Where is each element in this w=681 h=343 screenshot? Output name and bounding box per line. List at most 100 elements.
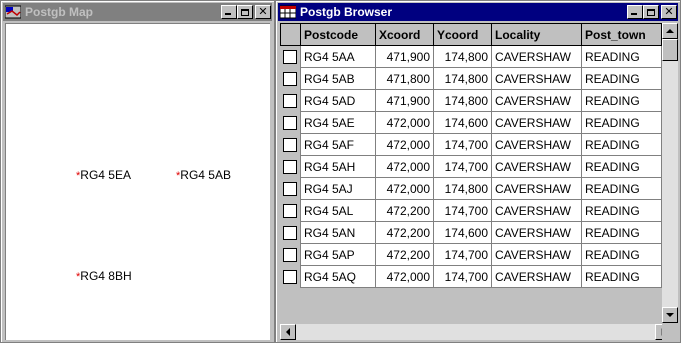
cell-locality[interactable]: CAVERSHAW	[491, 45, 582, 68]
cell-postcode[interactable]: RG4 5AQ	[300, 265, 376, 288]
cell-postcode[interactable]: RG4 5AP	[300, 243, 376, 266]
cell-xcoord[interactable]: 471,900	[375, 89, 434, 112]
cell-postcode[interactable]: RG4 5AB	[300, 67, 376, 90]
cell-ycoord[interactable]: 174,700	[433, 155, 492, 178]
cell-postcode[interactable]: RG4 5AE	[300, 111, 376, 134]
map-canvas[interactable]: *RG4 5EA *RG4 5AB *RG4 8BH	[5, 23, 270, 340]
table-row[interactable]: RG4 5AQ 472,000 174,700 CAVERSHAW READING	[280, 265, 662, 288]
map-close-button[interactable]: ✕	[255, 5, 271, 19]
cell-xcoord[interactable]: 471,900	[375, 45, 434, 68]
column-header-xcoord[interactable]: Xcoord	[375, 23, 434, 46]
row-select-checkbox[interactable]	[283, 115, 298, 130]
table-row[interactable]: RG4 5AN 472,200 174,600 CAVERSHAW READING	[280, 221, 662, 244]
table-row[interactable]: RG4 5AB 471,800 174,800 CAVERSHAW READING	[280, 67, 662, 90]
table-row[interactable]: RG4 5AL 472,200 174,700 CAVERSHAW READING	[280, 199, 662, 222]
table-row[interactable]: RG4 5AJ 472,000 174,800 CAVERSHAW READING	[280, 177, 662, 200]
column-header-postcode[interactable]: Postcode	[300, 23, 376, 46]
cell-postcode[interactable]: RG4 5AL	[300, 199, 376, 222]
cell-ycoord[interactable]: 174,700	[433, 199, 492, 222]
cell-xcoord[interactable]: 472,200	[375, 243, 434, 266]
cell-ycoord[interactable]: 174,700	[433, 133, 492, 156]
cell-locality[interactable]: CAVERSHAW	[491, 155, 582, 178]
browser-close-button[interactable]: ✕	[661, 5, 677, 19]
row-select-checkbox[interactable]	[283, 93, 298, 108]
map-point-label[interactable]: *RG4 8BH	[76, 269, 132, 283]
column-header-ycoord[interactable]: Ycoord	[433, 23, 492, 46]
cell-post-town[interactable]: READING	[581, 45, 662, 68]
table-row[interactable]: RG4 5AA 471,900 174,800 CAVERSHAW READING	[280, 45, 662, 68]
cell-postcode[interactable]: RG4 5AF	[300, 133, 376, 156]
table-row[interactable]: RG4 5AH 472,000 174,700 CAVERSHAW READING	[280, 155, 662, 178]
table-row[interactable]: RG4 5AP 472,200 174,700 CAVERSHAW READING	[280, 243, 662, 266]
scroll-down-button[interactable]	[662, 307, 678, 323]
vertical-scroll-thumb[interactable]	[662, 39, 678, 61]
row-select-checkbox[interactable]	[283, 269, 298, 284]
cell-ycoord[interactable]: 174,800	[433, 45, 492, 68]
cell-postcode[interactable]: RG4 5AA	[300, 45, 376, 68]
cell-xcoord[interactable]: 472,200	[375, 199, 434, 222]
cell-ycoord[interactable]: 174,600	[433, 221, 492, 244]
cell-post-town[interactable]: READING	[581, 221, 662, 244]
table-row[interactable]: RG4 5AE 472,000 174,600 CAVERSHAW READING	[280, 111, 662, 134]
cell-post-town[interactable]: READING	[581, 155, 662, 178]
cell-ycoord[interactable]: 174,800	[433, 177, 492, 200]
scroll-left-button[interactable]	[280, 324, 296, 340]
cell-ycoord[interactable]: 174,800	[433, 89, 492, 112]
map-point-label[interactable]: *RG4 5EA	[76, 168, 131, 182]
cell-locality[interactable]: CAVERSHAW	[491, 67, 582, 90]
row-select-checkbox[interactable]	[283, 50, 298, 65]
cell-ycoord[interactable]: 174,700	[433, 243, 492, 266]
cell-xcoord[interactable]: 472,200	[375, 221, 434, 244]
row-select-checkbox[interactable]	[283, 71, 298, 86]
cell-locality[interactable]: CAVERSHAW	[491, 265, 582, 288]
cell-postcode[interactable]: RG4 5AJ	[300, 177, 376, 200]
map-maximize-button[interactable]	[237, 5, 253, 19]
cell-locality[interactable]: CAVERSHAW	[491, 111, 582, 134]
browser-maximize-button[interactable]	[643, 5, 659, 19]
cell-ycoord[interactable]: 174,800	[433, 67, 492, 90]
row-select-checkbox[interactable]	[283, 247, 298, 262]
cell-postcode[interactable]: RG4 5AD	[300, 89, 376, 112]
cell-locality[interactable]: CAVERSHAW	[491, 221, 582, 244]
cell-post-town[interactable]: READING	[581, 177, 662, 200]
cell-xcoord[interactable]: 472,000	[375, 265, 434, 288]
table-row[interactable]: RG4 5AD 471,900 174,800 CAVERSHAW READING	[280, 89, 662, 112]
table-row[interactable]: RG4 5AF 472,000 174,700 CAVERSHAW READING	[280, 133, 662, 156]
map-titlebar[interactable]: Postgb Map ✕	[3, 3, 272, 21]
cell-xcoord[interactable]: 472,000	[375, 155, 434, 178]
cell-locality[interactable]: CAVERSHAW	[491, 177, 582, 200]
cell-locality[interactable]: CAVERSHAW	[491, 199, 582, 222]
cell-post-town[interactable]: READING	[581, 133, 662, 156]
row-select-checkbox[interactable]	[283, 137, 298, 152]
cell-ycoord[interactable]: 174,700	[433, 265, 492, 288]
cell-locality[interactable]: CAVERSHAW	[491, 243, 582, 266]
size-grip[interactable]	[662, 324, 678, 340]
cell-xcoord[interactable]: 472,000	[375, 177, 434, 200]
row-select-checkbox[interactable]	[283, 203, 298, 218]
map-point-label[interactable]: *RG4 5AB	[176, 168, 231, 182]
scroll-up-button[interactable]	[662, 23, 678, 39]
browser-titlebar[interactable]: Postgb Browser ✕	[278, 3, 678, 21]
cell-locality[interactable]: CAVERSHAW	[491, 89, 582, 112]
map-minimize-button[interactable]	[221, 5, 237, 19]
row-select-checkbox[interactable]	[283, 181, 298, 196]
browser-minimize-button[interactable]	[627, 5, 643, 19]
column-header-post-town[interactable]: Post_town	[581, 23, 662, 46]
cell-post-town[interactable]: READING	[581, 67, 662, 90]
row-select-checkbox[interactable]	[283, 159, 298, 174]
cell-post-town[interactable]: READING	[581, 89, 662, 112]
cell-xcoord[interactable]: 472,000	[375, 111, 434, 134]
vertical-scrollbar[interactable]	[662, 23, 678, 323]
cell-xcoord[interactable]: 472,000	[375, 133, 434, 156]
cell-ycoord[interactable]: 174,600	[433, 111, 492, 134]
cell-postcode[interactable]: RG4 5AH	[300, 155, 376, 178]
row-select-checkbox[interactable]	[283, 225, 298, 240]
cell-post-town[interactable]: READING	[581, 111, 662, 134]
cell-post-town[interactable]: READING	[581, 243, 662, 266]
cell-post-town[interactable]: READING	[581, 265, 662, 288]
cell-postcode[interactable]: RG4 5AN	[300, 221, 376, 244]
column-header-locality[interactable]: Locality	[491, 23, 582, 46]
cell-post-town[interactable]: READING	[581, 199, 662, 222]
horizontal-scrollbar[interactable]	[280, 324, 671, 340]
cell-xcoord[interactable]: 471,800	[375, 67, 434, 90]
